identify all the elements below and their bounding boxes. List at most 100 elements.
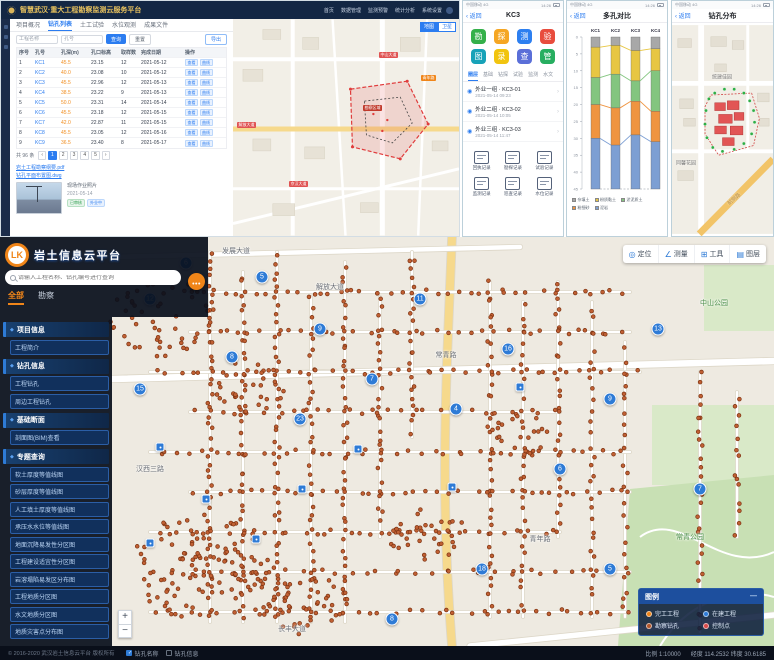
page-button[interactable]: 2 — [59, 151, 68, 160]
cluster-marker[interactable]: 9 — [314, 323, 327, 336]
header-nav-item[interactable]: 系统设置 — [422, 7, 442, 14]
row-action-button[interactable]: 曲线 — [200, 69, 213, 76]
user-avatar[interactable] — [446, 7, 453, 14]
record-button[interactable]: 勘探记录 — [497, 151, 528, 171]
prev-page-button[interactable]: ‹ — [38, 151, 46, 160]
basemap-toggle[interactable]: 卫星 — [438, 22, 456, 32]
station-marker[interactable] — [202, 495, 211, 504]
statusbar-checkbox[interactable]: 钻孔名称 — [126, 649, 158, 658]
menu-item[interactable]: 岩溶塌陷易发区分布图 — [10, 572, 109, 587]
row-action-button[interactable]: 曲线 — [200, 89, 213, 96]
desktop-tab[interactable]: 钻孔列表 — [48, 19, 72, 31]
app-icon-item[interactable]: 管 — [536, 49, 559, 64]
row-action-button[interactable]: 曲线 — [200, 99, 213, 106]
back-button[interactable]: ‹ 返回 — [675, 11, 691, 20]
row-action-button[interactable]: 查看 — [185, 79, 198, 86]
header-nav-item[interactable]: 监测预警 — [368, 7, 388, 14]
rail-menu-icon[interactable] — [4, 25, 8, 29]
desktop-map[interactable]: 解放大道中山大道京汉大道青年路勘察区域 地图卫星 — [233, 19, 459, 236]
desktop-tab[interactable]: 水位观测 — [112, 20, 136, 31]
cluster-marker[interactable]: 6 — [554, 463, 567, 476]
app-icon-item[interactable]: 图 — [467, 49, 490, 64]
menu-item[interactable]: 砂层厚度等值线图 — [10, 484, 109, 499]
cluster-marker[interactable]: 5 — [604, 563, 617, 576]
row-action-button[interactable]: 曲线 — [200, 140, 213, 147]
app-icon-item[interactable]: 录 — [490, 49, 513, 64]
tools-tool-button[interactable]: ⊞工具 — [694, 245, 730, 263]
assistant-button[interactable] — [188, 273, 205, 290]
legend-collapse-icon[interactable]: — — [750, 593, 757, 600]
back-button[interactable]: ‹ 返回 — [466, 11, 482, 20]
row-action-button[interactable]: 查看 — [185, 59, 198, 66]
menu-section-header[interactable]: ◆专题查询 — [3, 449, 109, 464]
station-marker[interactable] — [146, 539, 155, 548]
row-action-button[interactable]: 曲线 — [200, 119, 213, 126]
phone1-tab[interactable]: 水文 — [543, 71, 553, 81]
cluster-marker[interactable]: 8 — [386, 613, 399, 626]
record-button[interactable]: 监测记录 — [466, 177, 497, 197]
row-action-button[interactable]: 查看 — [185, 109, 198, 116]
menu-item[interactable]: 工程建设适宜性分区图 — [10, 554, 109, 569]
app-icon-item[interactable]: 查 — [513, 49, 536, 64]
cluster-marker[interactable]: 7 — [366, 373, 379, 386]
record-button[interactable]: 巡查记录 — [497, 177, 528, 197]
desktop-tab[interactable]: 土工试验 — [80, 20, 104, 31]
row-action-button[interactable]: 查看 — [185, 119, 198, 126]
cluster-marker[interactable]: 7 — [694, 483, 707, 496]
phone1-tab[interactable]: 圈层 — [468, 71, 478, 81]
station-marker[interactable] — [298, 485, 307, 494]
table-row[interactable]: 3KC345.522.96122021-05-13查看曲线 — [17, 78, 226, 88]
back-button[interactable]: ‹ 返回 — [570, 11, 586, 20]
rail-settings-icon[interactable] — [4, 45, 8, 49]
platform-search-input[interactable] — [18, 275, 176, 281]
cluster-marker[interactable]: 4 — [450, 403, 463, 416]
layers-tool-button[interactable]: ▤图层 — [729, 245, 766, 263]
phone1-tab[interactable]: 监测 — [528, 71, 538, 81]
phone3-map[interactable]: 统建佳园同馨花园航侧路 — [672, 23, 773, 236]
cluster-marker[interactable]: 11 — [414, 293, 427, 306]
cluster-marker[interactable]: 9 — [604, 393, 617, 406]
row-action-button[interactable]: 查看 — [185, 129, 198, 136]
row-action-button[interactable]: 曲线 — [200, 79, 213, 86]
menu-item[interactable]: 工程简介 — [10, 340, 109, 355]
reset-button[interactable]: 重置 — [129, 34, 151, 45]
record-button[interactable]: 回执记录 — [466, 151, 497, 171]
table-row[interactable]: 2KC240.023.08102021-05-12查看曲线 — [17, 68, 226, 78]
cluster-marker[interactable]: 5 — [256, 271, 269, 284]
desktop-tab[interactable]: 成果文件 — [144, 20, 168, 31]
record-button[interactable]: 水位记录 — [529, 177, 560, 197]
station-marker[interactable] — [516, 383, 525, 392]
menu-item[interactable]: 水文地质分区图 — [10, 607, 109, 622]
menu-section-header[interactable]: ◆基础断面 — [3, 413, 109, 428]
station-marker[interactable] — [156, 443, 165, 452]
menu-item[interactable]: 承压水水位等值线图 — [10, 519, 109, 534]
cluster-marker[interactable]: 15 — [134, 383, 147, 396]
zoom-out-button[interactable]: − — [118, 624, 132, 638]
app-icon-item[interactable]: 验 — [536, 29, 559, 44]
rail-data-icon[interactable] — [4, 35, 8, 39]
menu-item[interactable]: 工程地质分区图 — [10, 589, 109, 604]
cluster-marker[interactable]: 16 — [502, 343, 515, 356]
menu-item[interactable]: 剖面图(BIM)查看 — [10, 430, 109, 445]
attachment-link[interactable]: 钻孔平面布置图.dwg — [16, 172, 227, 180]
site-photo[interactable] — [16, 182, 62, 214]
page-button[interactable]: 5 — [91, 151, 100, 160]
record-list-item[interactable]: ◉外业二组 · KC3-022021-05-14 10:05› — [463, 102, 563, 122]
menu-item[interactable]: 软土厚度等值线图 — [10, 467, 109, 482]
menu-item[interactable]: 工程钻孔 — [10, 376, 109, 391]
record-list-item[interactable]: ◉外业三组 · KC3-032021-05-14 11:47› — [463, 122, 563, 142]
station-marker[interactable] — [354, 445, 363, 454]
measure-tool-button[interactable]: ∠测量 — [658, 245, 694, 263]
project-name-input[interactable] — [16, 35, 58, 44]
menu-item[interactable]: 地面沉降易发性分区图 — [10, 537, 109, 552]
platform-tab[interactable]: 全部 — [8, 290, 24, 305]
cluster-marker[interactable]: 13 — [652, 323, 665, 336]
page-button[interactable]: 4 — [80, 151, 89, 160]
export-button[interactable]: 导出 — [205, 34, 227, 45]
attachment-link[interactable]: 岩土工程勘察纲要.pdf — [16, 164, 227, 172]
row-action-button[interactable]: 查看 — [185, 99, 198, 106]
table-row[interactable]: 8KC845.523.05122021-05-16查看曲线 — [17, 128, 226, 138]
menu-section-header[interactable]: ◆项目信息 — [3, 322, 109, 337]
page-button[interactable]: 3 — [70, 151, 79, 160]
cluster-marker[interactable]: 23 — [294, 413, 307, 426]
